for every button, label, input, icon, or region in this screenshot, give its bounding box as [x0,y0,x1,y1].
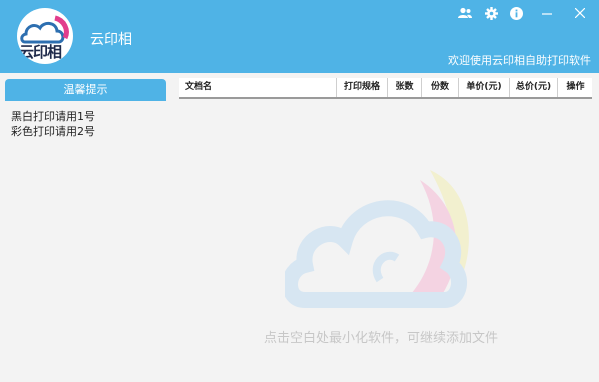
column-header-copies[interactable]: 份数 [421,78,458,97]
column-header-filename[interactable]: 文档名 [179,78,336,97]
file-table-header: 文档名 打印规格 张数 份数 单价(元) 总价(元) 操作 [179,78,592,99]
empty-area-hint[interactable]: 点击空白处最小化软件，可继续添加文件 [264,327,498,346]
column-header-unit-price[interactable]: 单价(元) [458,78,509,97]
minimize-icon[interactable] [537,3,557,23]
logo-text: 云印相 [19,43,62,61]
close-icon[interactable] [570,3,590,23]
app-logo: 云印相 [17,8,73,64]
app-title: 云印相 [90,32,132,48]
gear-icon[interactable] [481,3,501,23]
column-header-actions[interactable]: 操作 [557,78,593,97]
title-bar: 云印相 云印相 欢迎使用云印相自助打印软件 [0,0,599,73]
cloud-watermark-icon [285,170,469,308]
column-header-total-price[interactable]: 总价(元) [509,78,557,97]
column-header-print-spec[interactable]: 打印规格 [336,78,387,97]
user-icon[interactable] [455,3,475,23]
sidebar-title: 温馨提示 [5,79,166,101]
tip-item: 彩色打印请用2号 [11,125,95,138]
info-icon[interactable] [506,3,526,23]
column-header-sheets[interactable]: 张数 [387,78,421,97]
welcome-text: 欢迎使用云印相自助打印软件 [448,54,591,67]
tip-item: 黑白打印请用1号 [11,110,95,123]
